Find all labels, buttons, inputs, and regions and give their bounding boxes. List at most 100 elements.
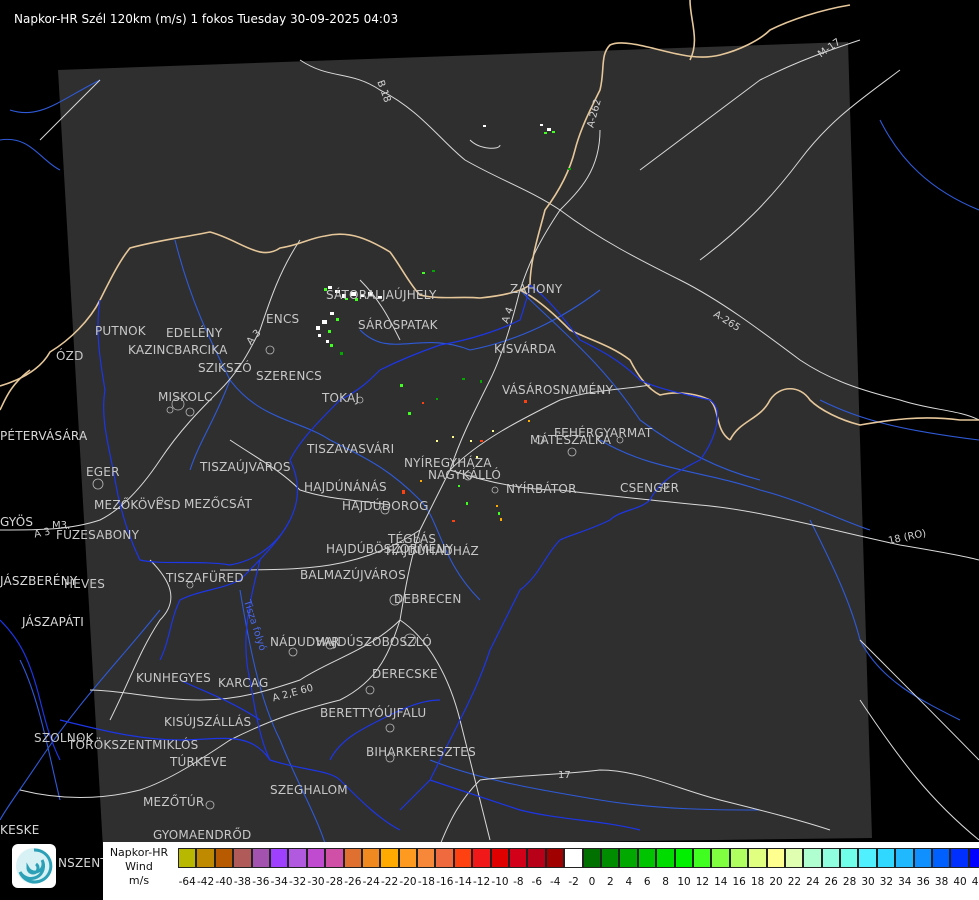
legend-tick-label: 36 [916, 876, 930, 888]
legend-tick-label: -16 [436, 876, 454, 888]
legend-swatch [472, 848, 491, 868]
legend-unit: m/s [128, 874, 150, 887]
legend-tick-label: 24 [806, 876, 820, 888]
legend-swatch [895, 848, 914, 868]
legend-tick-label: -20 [399, 876, 417, 888]
legend-swatch [876, 848, 896, 868]
legend-tick-label: -40 [215, 876, 233, 888]
city-mezokovesd: MEZŐKÖVESD [94, 498, 181, 512]
city-kunhegyes: KUNHEGYES [136, 671, 211, 685]
map-title: Napkor-HR Szél 120km (m/s) 1 fokos Tuesd… [14, 12, 399, 26]
legend-swatch [288, 848, 307, 868]
city-jaszapati: JÁSZAPÁTI [22, 615, 84, 629]
legend-swatch [398, 848, 418, 868]
city-karcag: KARCAG [218, 676, 269, 690]
legend-tick-label: 34 [898, 876, 912, 888]
legend-swatch [582, 848, 601, 868]
legend-swatch [821, 848, 841, 868]
legend-tick-label: -10 [491, 876, 509, 888]
radar-map[interactable] [0, 0, 979, 900]
legend-tick-label: 6 [643, 876, 651, 888]
legend-tick-label: 26 [824, 876, 838, 888]
legend-swatch [858, 848, 877, 868]
legend-tick-label: -26 [344, 876, 362, 888]
city-torokszentmiklos: TÖRÖKSZENTMIKLÓS [68, 738, 199, 752]
legend-tick-label: 16 [732, 876, 746, 888]
legend-tick-label: -64 [178, 876, 196, 888]
legend-swatch [178, 848, 197, 868]
legend-title: Napkor-HR Wind m/s [103, 846, 175, 888]
legend-tick-label: 40 [953, 876, 967, 888]
legend-tick-label: -4 [549, 876, 561, 888]
city-csenger: CSENGER [620, 481, 680, 495]
legend-swatch [325, 848, 344, 868]
city-tokaj: TOKAJ [322, 391, 360, 405]
legend-tick-label: -18 [417, 876, 435, 888]
legend-swatch [968, 848, 979, 868]
road-label-17: 17 [558, 770, 571, 781]
legend-swatch [196, 848, 215, 868]
legend-tick-label: 14 [714, 876, 728, 888]
legend-swatch [564, 848, 583, 868]
legend-swatch [527, 848, 546, 868]
city-nyirbator: NYÍRBÁTOR [506, 482, 577, 496]
city-balmazujvaros: BALMAZÚJVÁROS [300, 568, 406, 582]
legend-tick-label: -30 [307, 876, 325, 888]
legend-swatch [490, 848, 510, 868]
city-hajduszoboszlo: HAJDÚSZOBOSZLÓ [316, 635, 432, 649]
city-biharkeresztes: BIHARKERESZTES [366, 745, 476, 759]
legend-tick-label: -22 [381, 876, 399, 888]
legend-swatch [417, 848, 436, 868]
city-nagykallo: NAGYKÁLLÓ [428, 468, 502, 482]
city-petervasara: PÉTERVÁSÁRA [0, 429, 88, 443]
legend-swatches [178, 848, 979, 868]
legend-swatch [932, 848, 951, 868]
city-kazincbarcika: KAZINCBARCIKA [128, 343, 228, 357]
legend-swatch [380, 848, 399, 868]
legend-swatch [251, 848, 270, 868]
city-hajdudorog: HAJDÚDOROG [342, 499, 429, 513]
legend-swatch [913, 848, 933, 868]
city-miskolc: MISKOLC [158, 390, 213, 404]
legend-tick-label: -36 [252, 876, 270, 888]
legend-tick-label: 32 [879, 876, 894, 888]
city-mezocsat: MEZŐCSÁT [184, 497, 253, 511]
legend-swatch [453, 848, 473, 868]
city-fuzesabony: FÜZESABONY [56, 528, 140, 542]
city-szikszo: SZIKSZÓ [198, 361, 252, 375]
city-kisujszallas: KISÚJSZÁLLÁS [164, 715, 252, 729]
city-putnok: PUTNOK [95, 324, 146, 338]
legend-tick-label: 38 [934, 876, 949, 888]
legend-swatch [306, 848, 326, 868]
legend-swatch [509, 848, 528, 868]
city-gyomaendrod: GYOMAENDRŐD [153, 828, 252, 842]
legend-tick-label: -14 [454, 876, 472, 888]
legend-swatch [766, 848, 785, 868]
legend-swatch [619, 848, 638, 868]
city-tiszaujvaros: TISZAÚJVÁROS [200, 460, 291, 474]
legend-tick-label: -2 [568, 876, 579, 888]
legend-swatch [637, 848, 657, 868]
swirl-icon [16, 848, 53, 884]
legend-swatch [950, 848, 969, 868]
legend-swatch [784, 848, 804, 868]
legend-tick-label: 2 [607, 876, 614, 888]
napkor-logo [12, 844, 56, 888]
city-tiszavasvari: TISZAVASVÁRI [307, 442, 395, 456]
city-turkeve: TÚRKEVE [170, 755, 228, 769]
legend-swatch [435, 848, 454, 868]
legend-tick-label: -34 [270, 876, 288, 888]
legend-swatch [674, 848, 693, 868]
legend-swatch [692, 848, 712, 868]
legend-tick-label: 12 [695, 876, 710, 888]
legend-tick-label: 18 [750, 876, 765, 888]
legend-swatch [840, 848, 859, 868]
city-sarospatak: SÁROSPATAK [358, 318, 438, 332]
legend-tick-label: -12 [473, 876, 491, 888]
city-encs: ENCS [266, 312, 300, 326]
city-satoraljaujhely: SÁTORALJAÚJHELY [326, 288, 437, 302]
city-gyongyos: GYÖS [0, 515, 34, 529]
legend-tick-label: 0 [588, 876, 596, 888]
city-szerencs: SZERENCS [256, 369, 322, 383]
legend-tick-label: 8 [662, 876, 669, 888]
